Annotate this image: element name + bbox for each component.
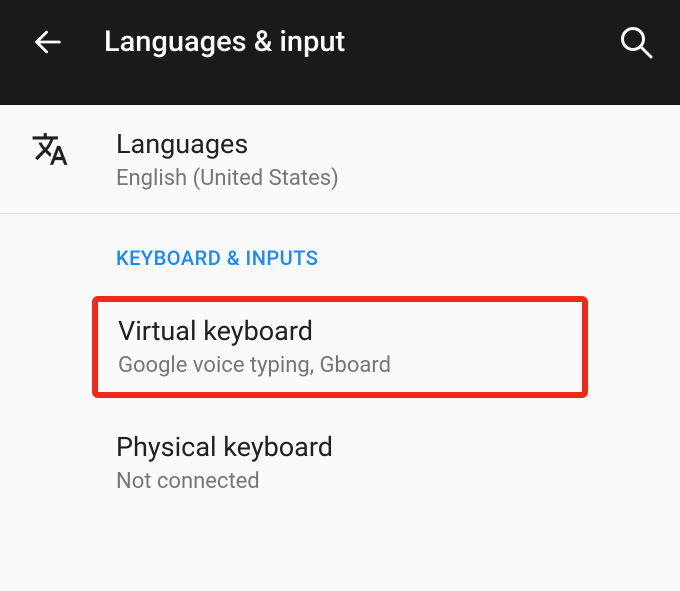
search-button[interactable] (612, 18, 660, 66)
back-arrow-icon (31, 25, 65, 59)
languages-title: Languages (116, 127, 339, 162)
app-bar: Languages & input (0, 0, 680, 105)
content-area: Languages English (United States) KEYBOA… (0, 105, 680, 516)
virtual-keyboard-subtitle: Google voice typing, Gboard (118, 353, 562, 378)
physical-keyboard-item[interactable]: Physical keyboard Not connected (0, 410, 680, 516)
languages-text: Languages English (United States) (116, 127, 339, 191)
virtual-keyboard-text: Virtual keyboard Google voice typing, Gb… (118, 314, 562, 378)
back-button[interactable] (24, 18, 72, 66)
virtual-keyboard-title: Virtual keyboard (118, 314, 562, 349)
languages-subtitle: English (United States) (116, 166, 339, 191)
page-title: Languages & input (104, 25, 612, 59)
search-icon (618, 24, 654, 60)
physical-keyboard-text: Physical keyboard Not connected (116, 430, 660, 494)
section-header-keyboard: KEYBOARD & INPUTS (0, 214, 680, 282)
physical-keyboard-title: Physical keyboard (116, 430, 660, 465)
translate-icon (30, 129, 70, 169)
languages-item[interactable]: Languages English (United States) (0, 105, 680, 213)
physical-keyboard-subtitle: Not connected (116, 469, 660, 494)
virtual-keyboard-item[interactable]: Virtual keyboard Google voice typing, Gb… (92, 296, 588, 398)
